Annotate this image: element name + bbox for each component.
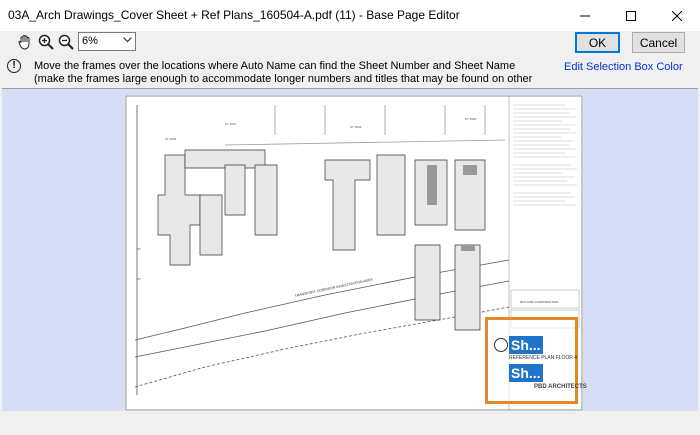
not-for-construction-label: NOT FOR CONSTRUCTION — [520, 300, 558, 304]
svg-text:RT: RT — [137, 247, 141, 251]
status-bar — [0, 411, 700, 435]
zoom-out-icon[interactable] — [58, 34, 74, 50]
title-block-caption: REFERENCE PLAN FLOOR 4 — [509, 355, 578, 361]
exclamation-icon: ! — [7, 59, 21, 73]
title-bar: 03A_Arch Drawings_Cover Sheet + Ref Plan… — [0, 0, 700, 31]
zoom-level-select[interactable]: 6% — [78, 32, 136, 51]
svg-text:RT: RT — [137, 277, 141, 281]
hand-pan-icon[interactable] — [17, 34, 33, 50]
close-button[interactable] — [654, 0, 700, 31]
chevron-down-icon — [123, 37, 132, 43]
firm-logo: PBD ARCHITECTS — [534, 384, 587, 390]
svg-text:ST 3991: ST 3991 — [225, 122, 237, 126]
ok-button[interactable]: OK — [575, 32, 620, 53]
zoom-in-icon[interactable] — [38, 34, 54, 50]
toolbar: 6% OK Cancel — [0, 31, 700, 54]
selection-frame[interactable]: Sh... REFERENCE PLAN FLOOR 4 Sh... PBD A… — [485, 317, 587, 404]
page-canvas[interactable]: ST 3995 ST 3991 ST 3993 ST 3993 RT RT TR… — [2, 88, 698, 412]
close-icon — [672, 10, 682, 21]
cancel-button[interactable]: Cancel — [632, 32, 685, 53]
zoom-level-value: 6% — [82, 35, 98, 47]
instruction-line-1: Move the frames over the locations where… — [34, 60, 516, 72]
minimize-icon — [580, 15, 590, 16]
svg-text:ST 3993: ST 3993 — [350, 125, 362, 129]
north-arrow-icon — [494, 338, 508, 352]
minimize-button[interactable] — [562, 0, 608, 31]
maximize-button[interactable] — [608, 0, 654, 31]
instruction-line-2: (make the frames large enough to accommo… — [34, 73, 533, 85]
window-title: 03A_Arch Drawings_Cover Sheet + Ref Plan… — [8, 8, 460, 22]
sheet-name-badge: Sh... — [509, 364, 543, 382]
edit-selection-box-color-link[interactable]: Edit Selection Box Color — [564, 61, 683, 73]
info-bar: ! Move the frames over the locations whe… — [0, 56, 700, 88]
sheet-number-badge: Sh... — [509, 336, 543, 354]
maximize-icon — [626, 10, 636, 21]
svg-text:ST 3993: ST 3993 — [465, 117, 477, 121]
instruction-text: Move the frames over the locations where… — [34, 60, 533, 86]
svg-text:ST 3995: ST 3995 — [165, 137, 177, 141]
